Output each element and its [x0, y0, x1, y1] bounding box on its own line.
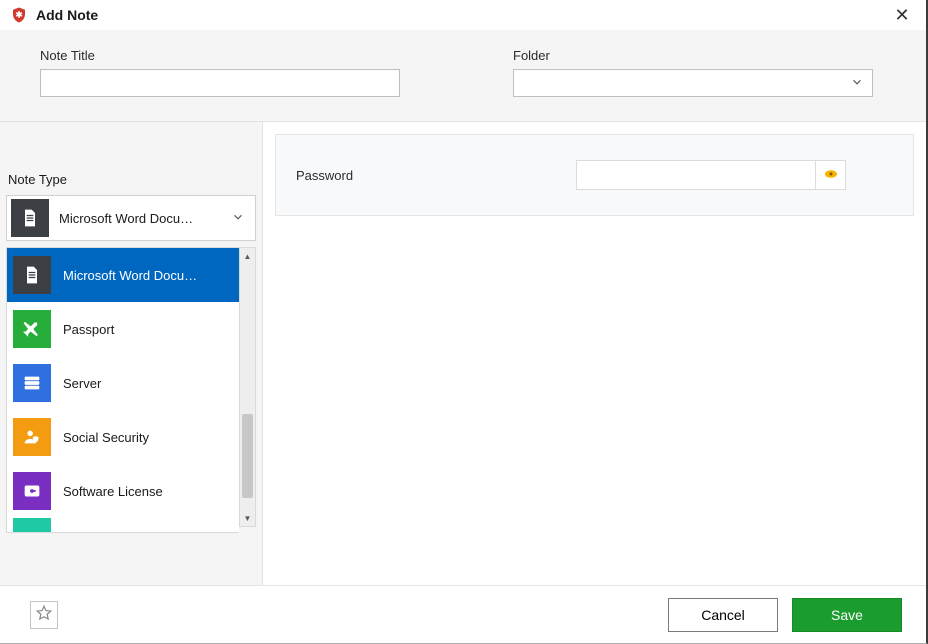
- scroll-up-button[interactable]: ▲: [240, 248, 255, 264]
- note-type-item-passport[interactable]: Passport: [7, 302, 239, 356]
- note-type-item-label: Server: [63, 376, 233, 391]
- person-shield-icon: [13, 418, 51, 456]
- password-row: Password: [275, 134, 914, 216]
- close-button[interactable]: ✕: [888, 4, 916, 26]
- show-password-button[interactable]: [816, 160, 846, 190]
- eye-icon: [822, 165, 840, 186]
- note-title-field: Note Title: [40, 48, 413, 97]
- note-type-item-label: Software License: [63, 484, 233, 499]
- password-label: Password: [296, 168, 536, 183]
- dialog-footer: Cancel Save: [0, 585, 926, 643]
- note-type-scrollbar[interactable]: ▲ ▼: [239, 247, 256, 527]
- note-type-item-label: Microsoft Word Docu…: [63, 268, 233, 283]
- scroll-track[interactable]: [240, 264, 255, 510]
- document-icon: [11, 199, 49, 237]
- note-type-sidebar: Note Type Microsoft Word Docu… Micros: [0, 122, 263, 585]
- note-type-selected-label: Microsoft Word Docu…: [59, 211, 215, 226]
- folder-field: Folder: [513, 48, 886, 97]
- note-type-partial-icon: [13, 518, 51, 532]
- favorite-button[interactable]: [30, 601, 58, 629]
- top-fields: Note Title Folder: [0, 30, 926, 122]
- folder-select[interactable]: [513, 69, 873, 97]
- note-type-item-social-security[interactable]: Social Security: [7, 410, 239, 464]
- save-button[interactable]: Save: [792, 598, 902, 632]
- cancel-button[interactable]: Cancel: [668, 598, 778, 632]
- software-license-icon: [13, 472, 51, 510]
- note-type-item-software-license[interactable]: Software License: [7, 464, 239, 518]
- password-input[interactable]: [576, 160, 816, 190]
- chevron-down-icon: [225, 210, 251, 227]
- note-title-label: Note Title: [40, 48, 413, 63]
- note-type-list: Microsoft Word Docu… Passport Server: [6, 247, 256, 533]
- main-content: Password: [263, 122, 926, 585]
- note-type-heading: Note Type: [6, 134, 256, 195]
- titlebar: ✱ Add Note ✕: [0, 0, 926, 30]
- note-type-select[interactable]: Microsoft Word Docu…: [6, 195, 256, 241]
- note-type-item-label: Passport: [63, 322, 233, 337]
- document-icon: [13, 256, 51, 294]
- note-title-input[interactable]: [40, 69, 400, 97]
- note-type-item-server[interactable]: Server: [7, 356, 239, 410]
- scroll-thumb[interactable]: [242, 414, 253, 498]
- server-icon: [13, 364, 51, 402]
- airplane-icon: [13, 310, 51, 348]
- note-type-item-partial[interactable]: [7, 518, 239, 532]
- scroll-down-button[interactable]: ▼: [240, 510, 255, 526]
- chevron-down-icon: [850, 75, 864, 92]
- svg-text:✱: ✱: [16, 10, 23, 19]
- star-icon: [35, 604, 53, 625]
- close-icon: ✕: [894, 5, 909, 25]
- dialog-title: Add Note: [36, 7, 98, 23]
- folder-label: Folder: [513, 48, 886, 63]
- note-type-item-label: Social Security: [63, 430, 233, 445]
- note-type-item-word[interactable]: Microsoft Word Docu…: [7, 248, 239, 302]
- app-shield-icon: ✱: [10, 6, 28, 24]
- add-note-dialog: ✱ Add Note ✕ Note Title Folder Note Type: [0, 0, 928, 644]
